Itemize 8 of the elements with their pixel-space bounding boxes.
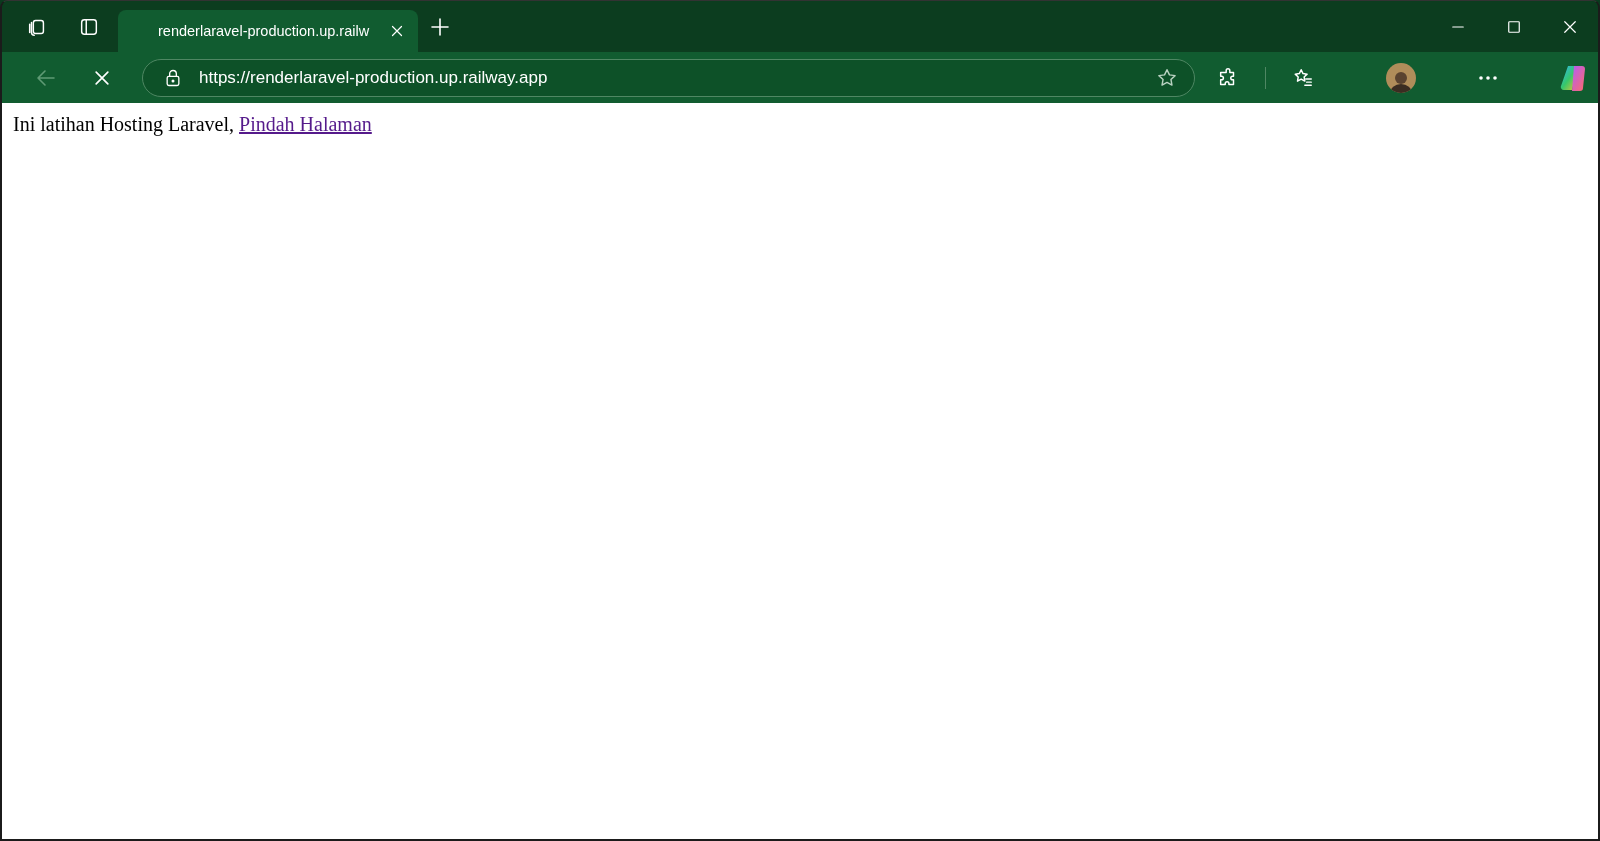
profile-avatar[interactable] xyxy=(1386,62,1416,93)
page-link[interactable]: Pindah Halaman xyxy=(239,113,372,135)
page-text: Ini latihan Hosting Laravel, xyxy=(13,113,235,135)
more-options-icon[interactable] xyxy=(1478,74,1498,81)
favorite-star-icon[interactable] xyxy=(1156,66,1178,89)
address-bar[interactable]: https://renderlaravel-production.up.railway.app xyxy=(142,58,1195,97)
favorites-list-icon[interactable] xyxy=(1292,66,1314,89)
browser-tab[interactable]: renderlaravel-production.up.railw xyxy=(118,10,418,52)
